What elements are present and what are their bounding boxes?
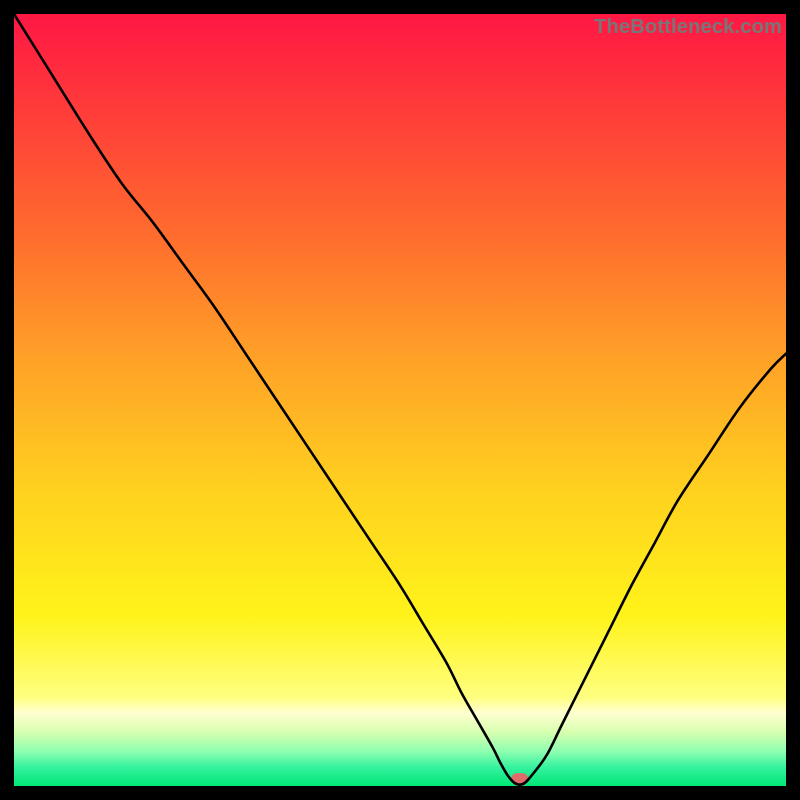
watermark-text: TheBottleneck.com <box>594 16 782 39</box>
chart-svg <box>14 14 786 786</box>
background-gradient <box>14 14 786 786</box>
chart-stage: TheBottleneck.com <box>0 0 800 800</box>
plot-area: TheBottleneck.com <box>14 14 786 786</box>
